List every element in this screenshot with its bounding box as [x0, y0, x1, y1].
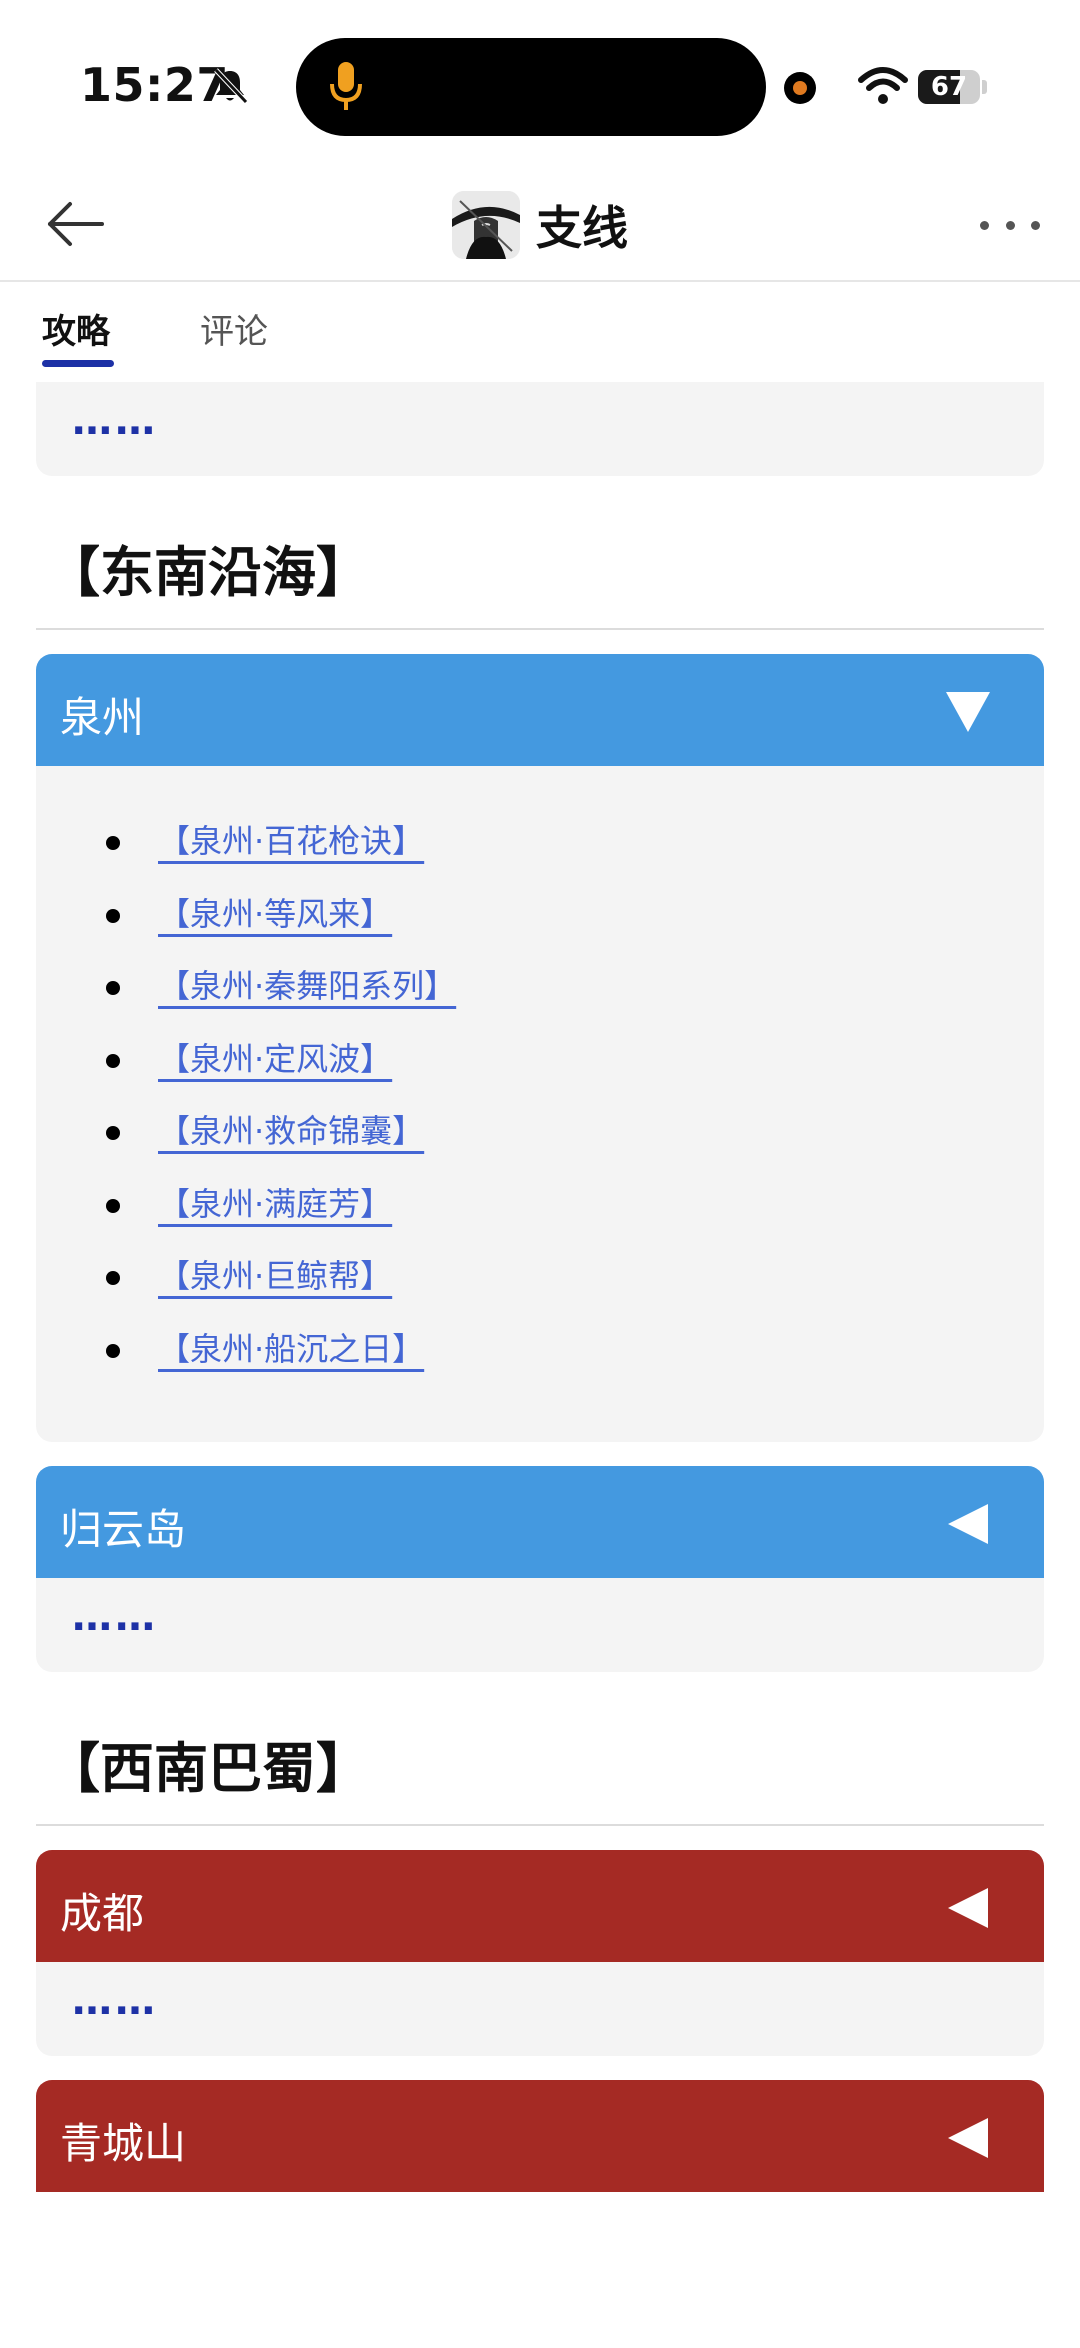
quest-link[interactable]: 【泉州·定风波】 — [158, 1034, 392, 1080]
page: 15:27 67 支线 攻略 评论 …… 【东南沿海】 泉州 【泉州·百花枪诀】… — [0, 0, 1080, 2348]
tab-active-indicator — [42, 360, 114, 367]
panel-title: 归云岛 — [60, 1505, 187, 1554]
placeholder-dots: …… — [72, 1978, 158, 2024]
quest-link[interactable]: 【泉州·秦舞阳系列】 — [158, 961, 456, 1007]
panel-title: 泉州 — [60, 693, 145, 742]
bullet — [106, 1126, 120, 1140]
panel-header-guiyundao[interactable]: 归云岛 — [36, 1466, 1044, 1578]
microphone-icon — [330, 62, 362, 110]
quest-link[interactable]: 【泉州·百花枪诀】 — [158, 816, 424, 862]
bullet — [106, 1271, 120, 1285]
tab-bar: 攻略 评论 — [0, 284, 1080, 374]
quest-link[interactable]: 【泉州·巨鲸帮】 — [158, 1251, 392, 1297]
section-heading-southeast: 【东南沿海】 — [46, 541, 370, 604]
bullet — [106, 1198, 120, 1213]
panel-header-chengdu[interactable]: 成都 — [36, 1850, 1044, 1962]
quest-link[interactable]: 【泉州·救命锦囊】 — [158, 1106, 424, 1152]
quest-link[interactable]: 【泉州·满庭芳】 — [158, 1179, 392, 1225]
more-dot — [1031, 220, 1040, 230]
page-title: 支线 — [536, 201, 628, 255]
list-item: 【泉州·巨鲸帮】 — [36, 1249, 1044, 1322]
more-dot — [980, 220, 989, 230]
panel-title: 青城山 — [60, 2119, 187, 2168]
nav-bar: 支线 — [0, 170, 1080, 282]
nav-title-group: 支线 — [0, 190, 1080, 260]
list-item: 【泉州·秦舞阳系列】 — [36, 959, 1044, 1032]
avatar[interactable] — [452, 191, 520, 259]
previous-panel-body: …… — [36, 382, 1044, 476]
more-icon[interactable] — [980, 210, 1040, 240]
tab-comments[interactable]: 评论 — [200, 304, 268, 353]
camera-indicator — [784, 72, 816, 104]
placeholder-dots: …… — [72, 1594, 158, 1640]
triangle-left-icon[interactable] — [944, 1500, 992, 1548]
battery-icon: 67 — [918, 70, 980, 104]
battery-tip — [982, 80, 987, 94]
triangle-down-icon[interactable] — [944, 688, 992, 736]
panel-body-quanzhou: 【泉州·百花枪诀】 【泉州·等风来】 【泉州·秦舞阳系列】 【泉州·定风波】 【… — [36, 766, 1044, 1442]
section-heading-southwest: 【西南巴蜀】 — [46, 1737, 370, 1800]
placeholder-dots: …… — [72, 398, 158, 444]
bullet — [106, 1343, 120, 1358]
battery-level: 67 — [930, 72, 968, 102]
panel-header-quanzhou[interactable]: 泉州 — [36, 654, 1044, 766]
tab-guide[interactable]: 攻略 — [42, 304, 110, 353]
bullet — [106, 908, 120, 923]
wifi-icon — [858, 67, 908, 104]
bullet — [106, 981, 120, 995]
list-item: 【泉州·救命锦囊】 — [36, 1104, 1044, 1177]
dynamic-island — [296, 38, 766, 136]
panel-header-qingchengshan[interactable]: 青城山 — [36, 2080, 1044, 2192]
bell-muted-icon — [214, 68, 248, 104]
list-item: 【泉州·定风波】 — [36, 1032, 1044, 1105]
triangle-left-icon[interactable] — [944, 1884, 992, 1932]
status-time: 15:27 — [80, 58, 229, 112]
bullet — [106, 1053, 120, 1068]
list-item: 【泉州·百花枪诀】 — [36, 814, 1044, 887]
triangle-left-icon[interactable] — [944, 2114, 992, 2162]
panel-body-chengdu: …… — [36, 1962, 1044, 2056]
quest-link-list: 【泉州·百花枪诀】 【泉州·等风来】 【泉州·秦舞阳系列】 【泉州·定风波】 【… — [36, 766, 1044, 1442]
list-item: 【泉州·等风来】 — [36, 887, 1044, 960]
list-item: 【泉州·满庭芳】 — [36, 1177, 1044, 1250]
quest-link[interactable]: 【泉州·船沉之日】 — [158, 1324, 424, 1370]
more-dot — [1005, 220, 1015, 230]
list-item: 【泉州·船沉之日】 — [36, 1322, 1044, 1395]
status-bar: 15:27 67 — [0, 0, 1080, 170]
main-content: …… 【东南沿海】 泉州 【泉州·百花枪诀】 【泉州·等风来】 【泉州·秦舞阳系… — [36, 382, 1044, 2192]
panel-title: 成都 — [60, 1889, 145, 1938]
panel-body-guiyundao: …… — [36, 1578, 1044, 1672]
bullet — [106, 836, 120, 850]
quest-link[interactable]: 【泉州·等风来】 — [158, 889, 392, 935]
